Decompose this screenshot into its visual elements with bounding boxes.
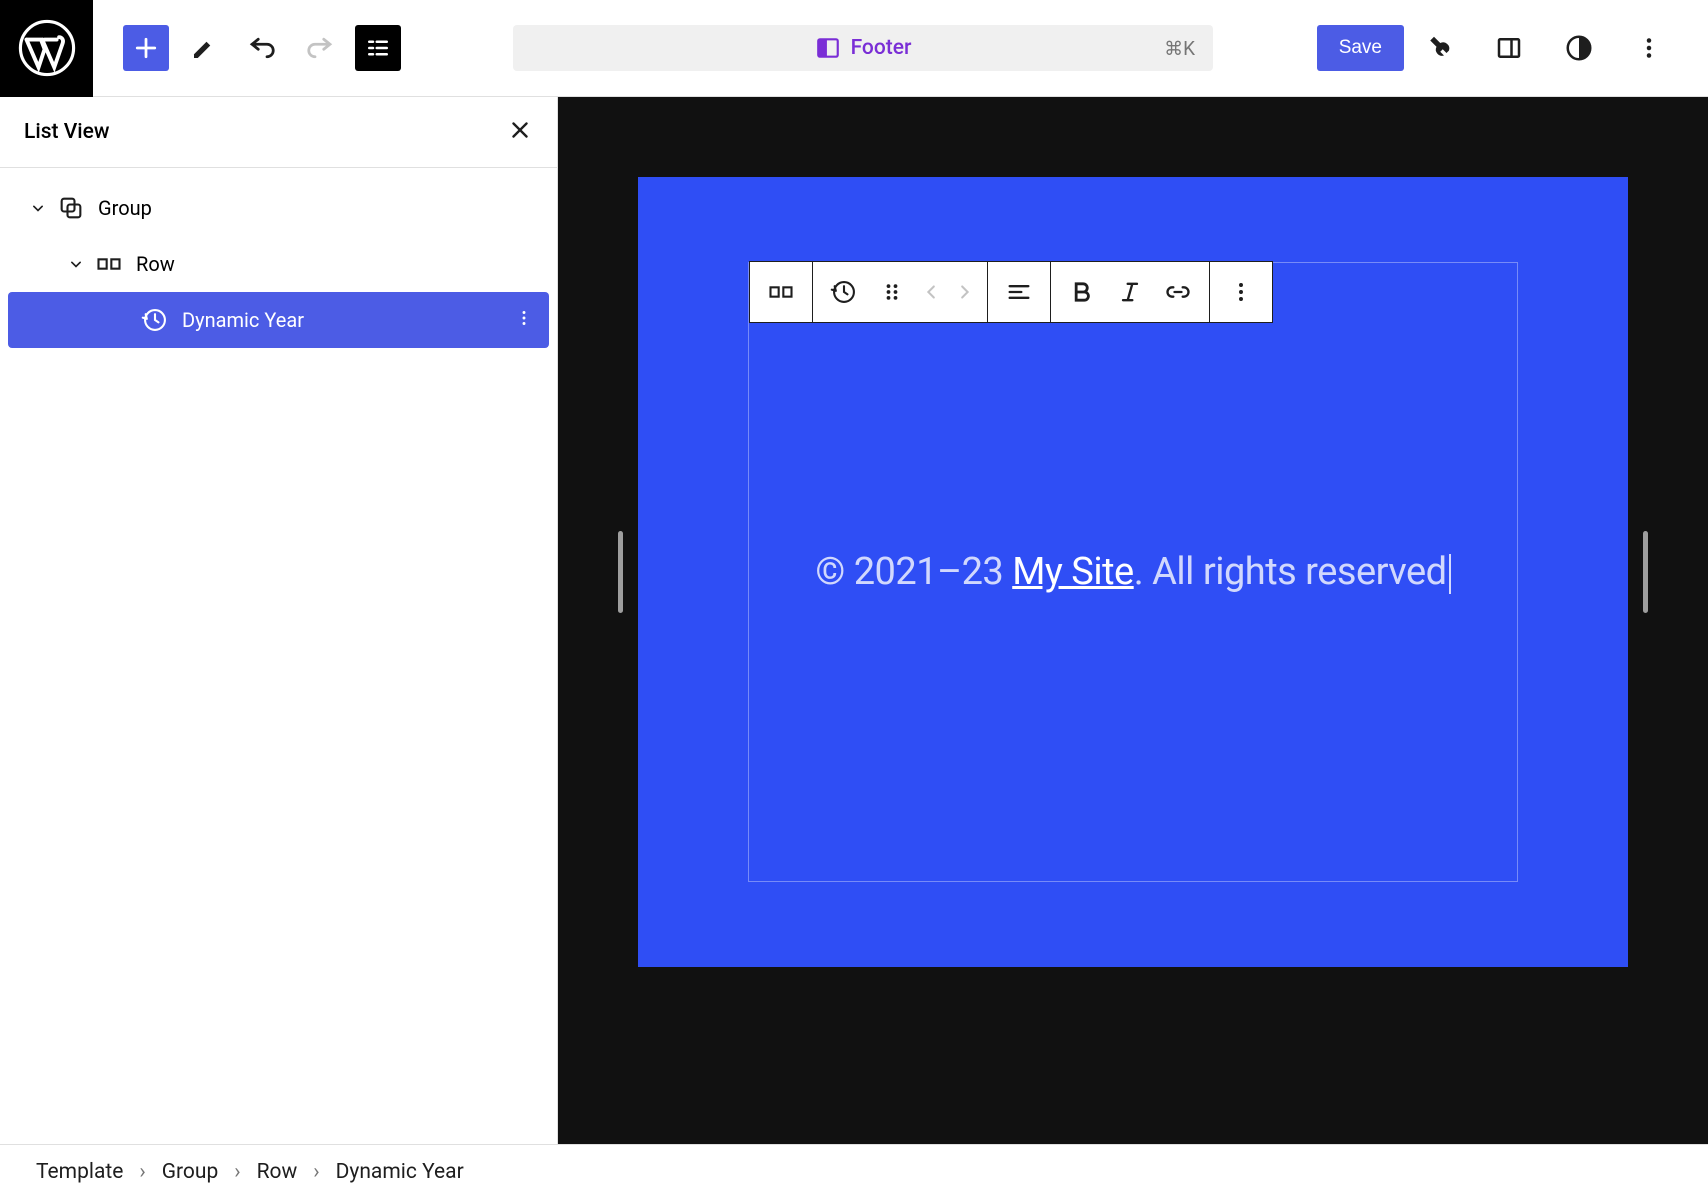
- bold-icon: [1068, 278, 1096, 306]
- chevron-left-icon: [921, 278, 943, 306]
- wrench-icon: [1424, 33, 1454, 63]
- breadcrumb-item[interactable]: Row: [257, 1160, 298, 1184]
- top-right-controls: Save: [1317, 25, 1708, 71]
- edit-mode-button[interactable]: [181, 25, 227, 71]
- tools-button[interactable]: [1416, 25, 1462, 71]
- keyboard-shortcut-hint: ⌘K: [1164, 37, 1195, 60]
- close-icon: [507, 117, 533, 143]
- dynamic-year-block-icon: [140, 306, 170, 334]
- breadcrumb: Template › Group › Row › Dynamic Year: [0, 1144, 1708, 1198]
- list-view-panel: List View Group: [0, 97, 558, 1144]
- document-switcher[interactable]: Footer ⌘K: [513, 25, 1213, 71]
- row-block-icon: [767, 278, 795, 306]
- undo-icon: [247, 33, 277, 63]
- block-tree: Group Row Dynamic Year: [0, 168, 557, 360]
- list-view-header: List View: [0, 97, 557, 168]
- list-view-title: List View: [24, 120, 109, 144]
- chevron-right-icon: [953, 278, 975, 306]
- block-toolbar: [749, 261, 1273, 323]
- drag-handle[interactable]: [873, 273, 911, 311]
- settings-sidebar-toggle[interactable]: [1486, 25, 1532, 71]
- footer-template-part[interactable]: © 2021–23 My Site. All rights reserved: [638, 177, 1628, 967]
- tree-item-label: Row: [136, 252, 175, 276]
- breadcrumb-item[interactable]: Group: [162, 1160, 219, 1184]
- parent-block-button[interactable]: [762, 273, 800, 311]
- align-button[interactable]: [1000, 273, 1038, 311]
- main-area: List View Group: [0, 97, 1708, 1144]
- save-button[interactable]: Save: [1317, 25, 1404, 71]
- tree-item-row[interactable]: Row: [8, 236, 549, 292]
- footer-copyright-text[interactable]: © 2021–23 My Site. All rights reserved: [815, 550, 1450, 594]
- tree-item-label: Dynamic Year: [182, 308, 304, 332]
- styles-button[interactable]: [1556, 25, 1602, 71]
- text-caret: [1449, 554, 1451, 594]
- more-vertical-icon: [1227, 278, 1255, 306]
- list-view-toggle[interactable]: [355, 25, 401, 71]
- list-view-icon: [363, 33, 393, 63]
- tree-item-dynamic-year[interactable]: Dynamic Year: [8, 292, 549, 348]
- italic-icon: [1116, 278, 1144, 306]
- wordpress-icon: [18, 19, 76, 77]
- link-icon: [1164, 278, 1192, 306]
- chevron-down-icon[interactable]: [64, 254, 88, 274]
- copyright-prefix: © 2021–23: [815, 550, 1012, 594]
- redo-icon: [305, 33, 335, 63]
- drag-icon: [878, 278, 906, 306]
- sidebar-icon: [1494, 33, 1524, 63]
- bold-button[interactable]: [1063, 273, 1101, 311]
- chevron-right-icon: ›: [234, 1160, 240, 1184]
- plus-icon: [131, 33, 161, 63]
- template-part-icon: [815, 35, 841, 61]
- selected-block-outline[interactable]: © 2021–23 My Site. All rights reserved: [748, 262, 1518, 882]
- row-block-icon: [94, 250, 124, 278]
- dynamic-year-block-icon: [830, 278, 858, 306]
- block-more-button[interactable]: [1222, 273, 1260, 311]
- more-vertical-icon: [1634, 33, 1664, 63]
- more-vertical-icon: [513, 307, 535, 329]
- close-list-view-button[interactable]: [507, 117, 533, 147]
- breadcrumb-item[interactable]: Template: [36, 1160, 123, 1184]
- breadcrumb-item[interactable]: Dynamic Year: [336, 1160, 464, 1184]
- chevron-right-icon: ›: [139, 1160, 145, 1184]
- add-block-button[interactable]: [123, 25, 169, 71]
- block-type-button[interactable]: [825, 273, 863, 311]
- undo-button[interactable]: [239, 25, 285, 71]
- move-left-button[interactable]: [921, 273, 943, 311]
- tree-item-more-button[interactable]: [513, 307, 535, 333]
- top-left-controls: [93, 25, 413, 71]
- italic-button[interactable]: [1111, 273, 1149, 311]
- redo-button[interactable]: [297, 25, 343, 71]
- link-button[interactable]: [1159, 273, 1197, 311]
- site-title-link[interactable]: My Site: [1012, 550, 1133, 594]
- contrast-icon: [1564, 33, 1594, 63]
- move-right-button[interactable]: [953, 273, 975, 311]
- tree-item-group[interactable]: Group: [8, 180, 549, 236]
- chevron-down-icon[interactable]: [26, 198, 50, 218]
- resize-handle-right[interactable]: [1643, 531, 1648, 613]
- align-left-icon: [1005, 278, 1033, 306]
- wordpress-logo[interactable]: [0, 0, 93, 97]
- more-options-button[interactable]: [1626, 25, 1672, 71]
- resize-handle-left[interactable]: [618, 531, 623, 613]
- editor-canvas[interactable]: © 2021–23 My Site. All rights reserved: [558, 97, 1708, 1144]
- pencil-icon: [189, 33, 219, 63]
- document-title: Footer: [851, 36, 912, 60]
- group-block-icon: [56, 194, 86, 222]
- chevron-right-icon: ›: [313, 1160, 319, 1184]
- top-toolbar: Footer ⌘K Save: [0, 0, 1708, 97]
- copyright-suffix: . All rights reserved: [1134, 550, 1447, 594]
- tree-item-label: Group: [98, 196, 152, 220]
